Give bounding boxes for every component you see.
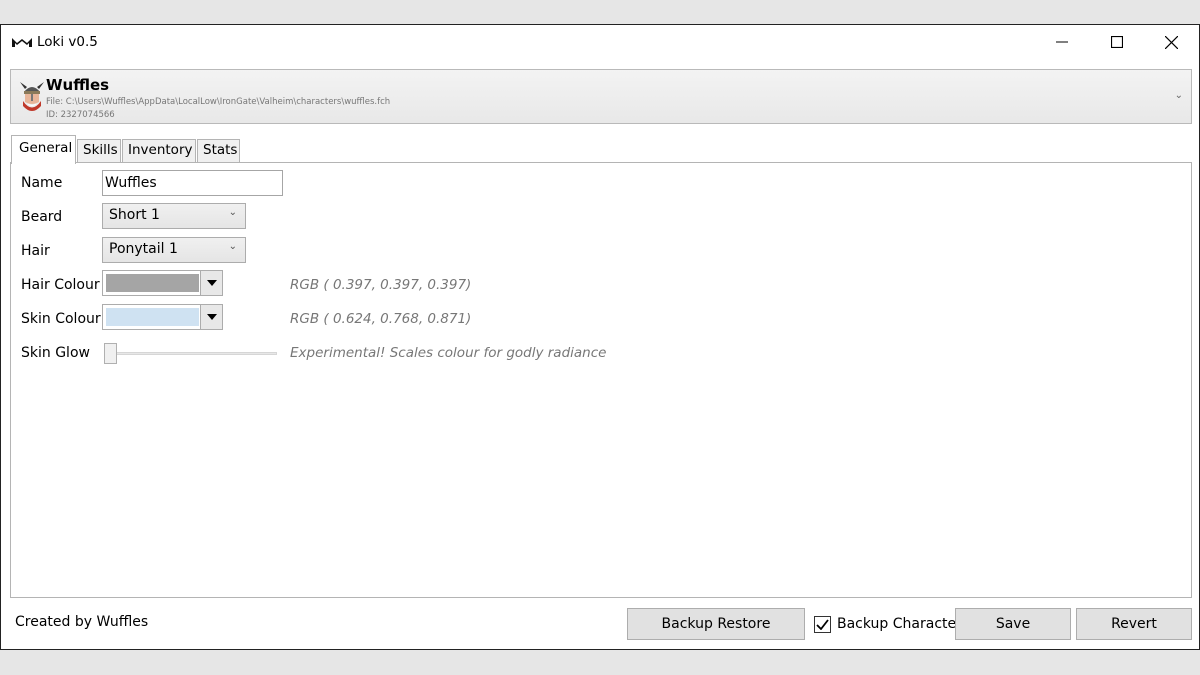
chevron-down-icon bbox=[206, 280, 217, 286]
close-icon bbox=[1164, 35, 1178, 49]
skin-glow-slider-thumb[interactable] bbox=[104, 343, 117, 364]
maximize-button[interactable] bbox=[1090, 25, 1144, 59]
title-bar[interactable]: Loki v0.5 bbox=[1, 25, 1199, 61]
backup-character-label: Backup Character bbox=[837, 616, 962, 632]
minimize-button[interactable] bbox=[1035, 25, 1089, 59]
character-selector[interactable]: Wuffles File: C:\Users\Wuffles\AppData\L… bbox=[10, 69, 1192, 124]
skin-colour-rgb: RGB ( 0.624, 0.768, 0.871) bbox=[290, 311, 472, 327]
chevron-down-icon: ⌄ bbox=[228, 241, 237, 252]
hair-colour-label: Hair Colour bbox=[21, 277, 100, 293]
close-button[interactable] bbox=[1144, 25, 1198, 59]
character-id: ID: 2327074566 bbox=[46, 110, 115, 120]
skin-glow-note: Experimental! Scales colour for godly ra… bbox=[290, 345, 607, 361]
character-file-path: File: C:\Users\Wuffles\AppData\LocalLow\… bbox=[46, 97, 391, 107]
hair-label: Hair bbox=[21, 243, 50, 259]
save-button[interactable]: Save bbox=[955, 608, 1071, 640]
revert-button[interactable]: Revert bbox=[1076, 608, 1192, 640]
loki-logo-icon bbox=[12, 38, 32, 47]
name-input[interactable] bbox=[102, 170, 283, 196]
chevron-down-icon: ⌄ bbox=[1174, 90, 1183, 101]
tab-stats[interactable]: Stats bbox=[197, 139, 240, 163]
skin-glow-slider-track[interactable] bbox=[110, 352, 277, 355]
hair-colour-rgb: RGB ( 0.397, 0.397, 0.397) bbox=[290, 277, 472, 293]
skin-colour-swatch bbox=[106, 308, 199, 326]
beard-label: Beard bbox=[21, 209, 63, 225]
app-window: Loki v0.5 Wuffles File: C:\Users\Wuffles… bbox=[0, 24, 1200, 650]
name-label: Name bbox=[21, 175, 63, 191]
beard-select[interactable]: Short 1 ⌄ bbox=[102, 203, 246, 229]
tab-general[interactable]: General bbox=[11, 135, 76, 164]
tab-skills[interactable]: Skills bbox=[77, 139, 121, 163]
hair-select[interactable]: Ponytail 1 ⌄ bbox=[102, 237, 246, 263]
hair-colour-swatch bbox=[106, 274, 199, 292]
maximize-icon bbox=[1111, 36, 1123, 48]
tab-inventory[interactable]: Inventory bbox=[122, 139, 196, 163]
skin-colour-picker[interactable] bbox=[102, 304, 223, 330]
hair-value: Ponytail 1 bbox=[109, 241, 178, 257]
hair-colour-picker[interactable] bbox=[102, 270, 223, 296]
chevron-down-icon bbox=[206, 314, 217, 320]
hair-colour-dropdown-button[interactable] bbox=[200, 271, 222, 295]
skin-colour-dropdown-button[interactable] bbox=[200, 305, 222, 329]
general-panel: Name Beard Short 1 ⌄ Hair Ponytail 1 ⌄ H… bbox=[10, 162, 1192, 598]
checkmark-icon bbox=[816, 618, 829, 630]
skin-glow-label: Skin Glow bbox=[21, 345, 90, 361]
skin-colour-label: Skin Colour bbox=[21, 311, 101, 327]
beard-value: Short 1 bbox=[109, 207, 160, 223]
created-by-text: Created by Wuffles bbox=[15, 614, 149, 630]
backup-character-checkbox[interactable]: Backup Character bbox=[814, 614, 962, 634]
checkbox-box[interactable] bbox=[814, 615, 831, 633]
chevron-down-icon: ⌄ bbox=[228, 207, 237, 218]
window-title: Loki v0.5 bbox=[37, 34, 98, 50]
backup-restore-button[interactable]: Backup Restore bbox=[627, 608, 805, 640]
viking-avatar-icon bbox=[20, 82, 44, 111]
minimize-icon bbox=[1056, 41, 1068, 43]
character-name: Wuffles bbox=[46, 76, 110, 94]
